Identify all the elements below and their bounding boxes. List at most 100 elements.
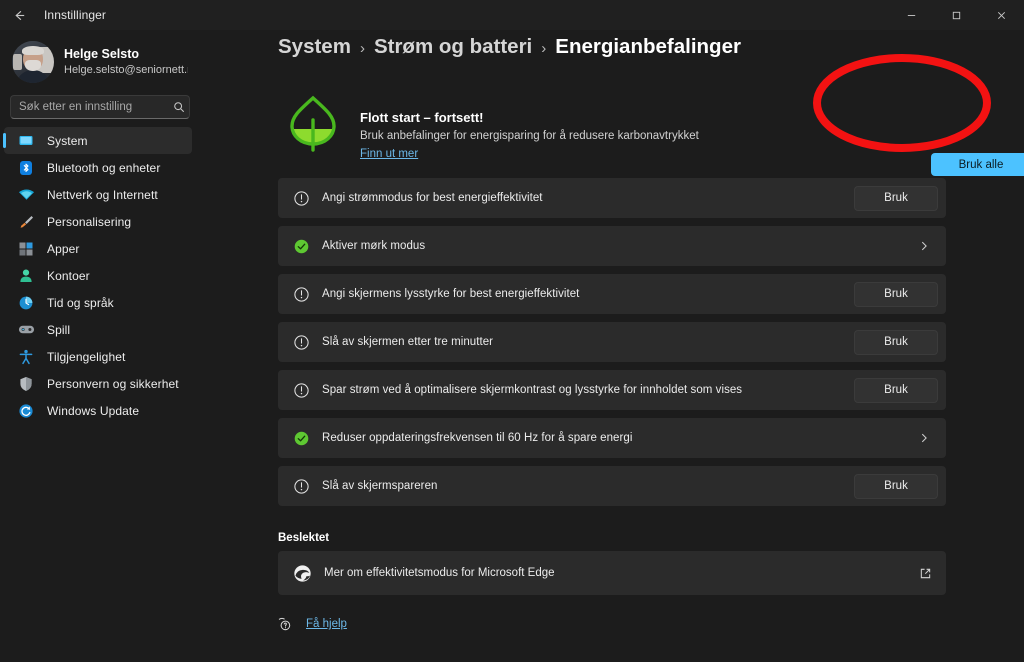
sidebar-item-label: Personvern og sikkerhet: [47, 377, 179, 391]
get-help[interactable]: Få hjelp: [276, 615, 347, 633]
recommendation-label: Angi strømmodus for best energieffektivi…: [322, 192, 854, 204]
search-container: [0, 86, 200, 119]
sidebar-item-label: Tid og språk: [47, 296, 114, 310]
sidebar-item-bluetooth[interactable]: Bluetooth og enheter: [4, 154, 192, 181]
search-input[interactable]: [19, 101, 173, 113]
display-icon: [16, 132, 36, 150]
accessibility-icon: [16, 348, 36, 366]
sidebar-item-personalization[interactable]: Personalisering: [4, 208, 192, 235]
search-icon: [173, 101, 185, 113]
breadcrumb-system[interactable]: System: [278, 35, 351, 59]
sidebar-item-system[interactable]: System: [4, 127, 192, 154]
avatar: [12, 41, 54, 83]
chevron-right-icon: ›: [541, 40, 546, 57]
recommendation-row[interactable]: Spar strøm ved å optimalisere skjermkont…: [278, 370, 946, 410]
breadcrumb: System › Strøm og batteri › Energianbefa…: [278, 35, 741, 59]
leaf-icon: [284, 94, 342, 154]
recommendation-row[interactable]: Reduser oppdateringsfrekvensen til 60 Hz…: [278, 418, 946, 458]
alert-circle-icon: [292, 333, 310, 351]
alert-circle-icon: [292, 477, 310, 495]
recommendation-label: Slå av skjermen etter tre minutter: [322, 336, 854, 348]
sidebar-item-accessibility[interactable]: Tilgjengelighet: [4, 343, 192, 370]
recommendations-list: Angi strømmodus for best energieffektivi…: [278, 178, 946, 514]
account-tile[interactable]: Helge Selsto Helge.selsto@seniornett.no: [0, 30, 200, 86]
update-icon: [16, 402, 36, 420]
gamepad-icon: [16, 321, 36, 339]
wifi-icon: [16, 186, 36, 204]
maximize-button[interactable]: [934, 0, 979, 30]
minimize-button[interactable]: [889, 0, 934, 30]
apply-button[interactable]: Bruk: [854, 282, 938, 307]
sidebar-item-label: Apper: [47, 242, 80, 256]
close-button[interactable]: [979, 0, 1024, 30]
sidebar-item-privacy-security[interactable]: Personvern og sikkerhet: [4, 370, 192, 397]
paintbrush-icon: [16, 213, 36, 231]
settings-window: Innstillinger Helge Selsto Helge.selsto@…: [0, 0, 1024, 662]
sidebar-item-label: Kontoer: [47, 269, 90, 283]
sidebar-item-label: Nettverk og Internett: [47, 188, 158, 202]
apply-button[interactable]: Bruk: [854, 474, 938, 499]
sidebar: Helge Selsto Helge.selsto@seniornett.no …: [0, 30, 200, 662]
chevron-right-icon[interactable]: [918, 432, 930, 444]
check-circle-icon: [292, 429, 310, 447]
title-bar: Innstillinger: [0, 0, 1024, 30]
sidebar-item-network[interactable]: Nettverk og Internett: [4, 181, 192, 208]
sidebar-item-apps[interactable]: Apper: [4, 235, 192, 262]
shield-icon: [16, 375, 36, 393]
apply-button[interactable]: Bruk: [854, 186, 938, 211]
sidebar-item-label: Personalisering: [47, 215, 131, 229]
alert-circle-icon: [292, 189, 310, 207]
learn-more-link[interactable]: Finn ut mer: [360, 146, 418, 162]
check-circle-icon: [292, 237, 310, 255]
sidebar-item-label: Tilgjengelighet: [47, 350, 125, 364]
apply-button[interactable]: Bruk: [854, 330, 938, 355]
chevron-right-icon[interactable]: [918, 240, 930, 252]
bluetooth-icon: [16, 159, 36, 177]
recommendation-row[interactable]: Slå av skjermspareren Bruk: [278, 466, 946, 506]
page-title: Energianbefalinger: [555, 35, 741, 59]
sidebar-item-label: System: [47, 134, 88, 148]
help-icon: [276, 615, 294, 633]
alert-circle-icon: [292, 285, 310, 303]
apply-button[interactable]: Bruk: [854, 378, 938, 403]
recommendation-label: Slå av skjermspareren: [322, 480, 854, 492]
window-controls: [889, 0, 1024, 30]
hero-subtitle: Bruk anbefalinger for energisparing for …: [360, 128, 699, 144]
sidebar-item-time-language[interactable]: Tid og språk: [4, 289, 192, 316]
get-help-link[interactable]: Få hjelp: [306, 618, 347, 630]
breadcrumb-power-battery[interactable]: Strøm og batteri: [374, 35, 532, 59]
sidebar-item-gaming[interactable]: Spill: [4, 316, 192, 343]
related-heading: Beslektet: [278, 532, 329, 544]
account-icon: [16, 267, 36, 285]
external-link-icon[interactable]: [919, 567, 932, 580]
sidebar-item-windows-update[interactable]: Windows Update: [4, 397, 192, 424]
recommendation-label: Angi skjermens lysstyrke for best energi…: [322, 288, 854, 300]
sidebar-item-label: Bluetooth og enheter: [47, 161, 160, 175]
window-title: Innstillinger: [44, 8, 106, 22]
apply-all-button[interactable]: Bruk alle: [931, 153, 1024, 176]
content-area: System › Strøm og batteri › Energianbefa…: [200, 30, 1024, 662]
apps-icon: [16, 240, 36, 258]
back-button[interactable]: [0, 0, 38, 30]
hero-title: Flott start – fortsett!: [360, 110, 699, 126]
recommendation-row[interactable]: Angi skjermens lysstyrke for best energi…: [278, 274, 946, 314]
account-email: Helge.selsto@seniornett.no: [64, 63, 188, 78]
sidebar-item-label: Spill: [47, 323, 70, 337]
chevron-right-icon: ›: [360, 40, 365, 57]
sidebar-item-accounts[interactable]: Kontoer: [4, 262, 192, 289]
related-edge-row[interactable]: Mer om effektivitetsmodus for Microsoft …: [278, 551, 946, 595]
recommendation-row[interactable]: Slå av skjermen etter tre minutter Bruk: [278, 322, 946, 362]
recommendation-label: Spar strøm ved å optimalisere skjermkont…: [322, 384, 854, 396]
sidebar-nav: System Bluetooth og enheter Nettverk og …: [0, 127, 200, 424]
recommendation-label: Reduser oppdateringsfrekvensen til 60 Hz…: [322, 432, 918, 444]
clock-icon: [16, 294, 36, 312]
hero-banner: Flott start – fortsett! Bruk anbefalinge…: [278, 90, 946, 152]
related-label: Mer om effektivitetsmodus for Microsoft …: [324, 567, 919, 579]
recommendation-row[interactable]: Aktiver mørk modus: [278, 226, 946, 266]
account-name: Helge Selsto: [64, 47, 188, 62]
edge-icon: [292, 563, 312, 583]
search-box[interactable]: [10, 95, 190, 119]
recommendation-row[interactable]: Angi strømmodus for best energieffektivi…: [278, 178, 946, 218]
alert-circle-icon: [292, 381, 310, 399]
recommendation-label: Aktiver mørk modus: [322, 240, 918, 252]
